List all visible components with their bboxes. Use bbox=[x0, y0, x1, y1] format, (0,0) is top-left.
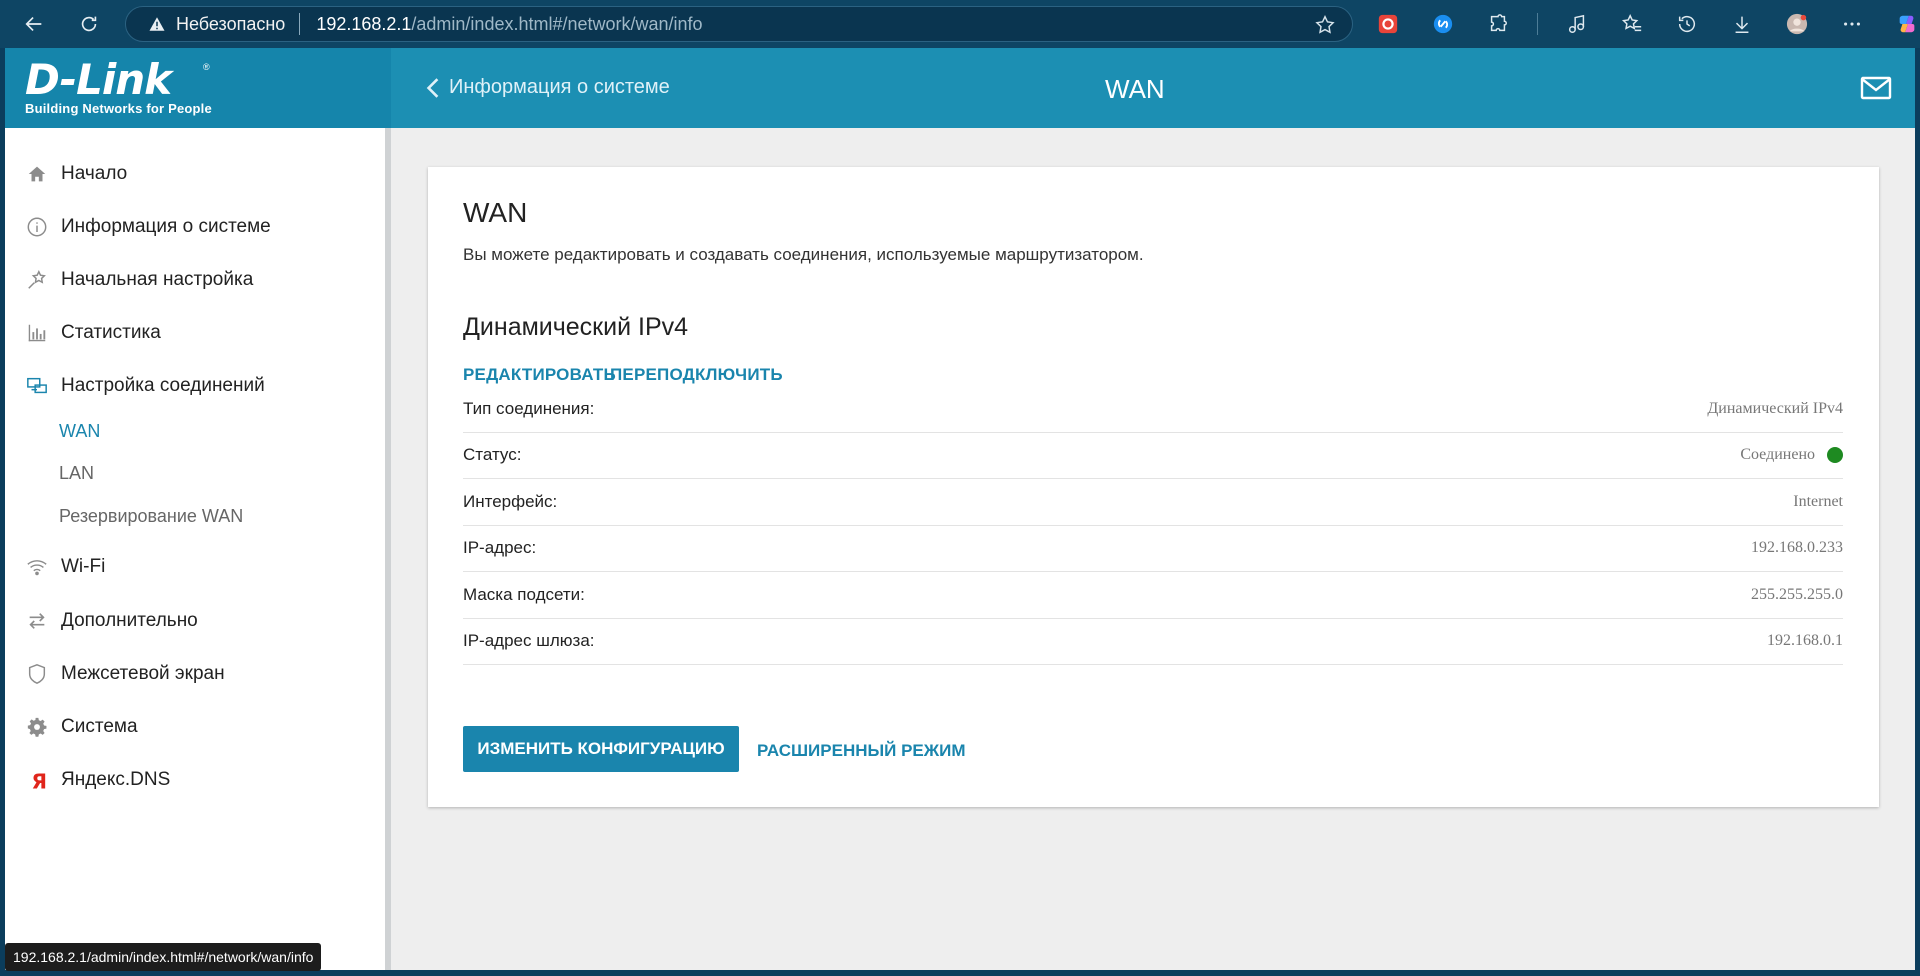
extensions-puzzle-icon[interactable] bbox=[1482, 8, 1514, 40]
favorite-star-icon[interactable] bbox=[1314, 14, 1336, 36]
sidebar-item-label: Межсетевой экран bbox=[61, 663, 225, 684]
status-url-tooltip: 192.168.2.1/admin/index.html#/network/wa… bbox=[5, 943, 322, 971]
info-icon bbox=[25, 215, 49, 239]
info-value: 192.168.0.1 bbox=[1767, 632, 1843, 650]
back-arrow-icon[interactable] bbox=[14, 4, 54, 44]
app-header: D-Link Building Networks for People ® Ин… bbox=[5, 48, 1915, 128]
more-menu-icon[interactable] bbox=[1836, 8, 1868, 40]
info-label: Статус: bbox=[463, 445, 522, 465]
sidebar-subitem-wan-backup[interactable]: Резервирование WAN bbox=[59, 506, 243, 527]
downloads-icon[interactable] bbox=[1726, 8, 1758, 40]
wan-info-card: WAN Вы можете редактировать и создавать … bbox=[428, 167, 1879, 807]
wizard-icon bbox=[25, 268, 49, 292]
url-host: 192.168.2.1 bbox=[316, 13, 412, 34]
sidebar-item-statistics[interactable]: Статистика bbox=[25, 321, 161, 345]
sidebar-item-yandex-dns[interactable]: Я Яндекс.DNS bbox=[25, 768, 171, 792]
sidebar-item-system[interactable]: Система bbox=[25, 715, 138, 739]
connections-icon bbox=[25, 374, 49, 398]
address-bar[interactable]: Небезопасно 192.168.2.1/admin/index.html… bbox=[125, 6, 1353, 42]
sidebar-scrollbar[interactable] bbox=[385, 128, 391, 970]
yandex-icon: Я bbox=[25, 768, 49, 792]
transfer-icon bbox=[25, 609, 49, 633]
status-text: Соединено bbox=[1740, 446, 1815, 464]
info-row-connection-type: Тип соединения: Динамический IPv4 bbox=[463, 386, 1843, 433]
back-link-label: Информация о системе bbox=[449, 76, 670, 98]
profile-avatar-icon[interactable] bbox=[1781, 8, 1813, 40]
wifi-icon bbox=[25, 555, 49, 579]
sidebar-item-firewall[interactable]: Межсетевой экран bbox=[25, 662, 225, 686]
sidebar-item-initial-setup[interactable]: Начальная настройка bbox=[25, 268, 253, 292]
sidebar-item-label: Дополнительно bbox=[61, 610, 198, 631]
sidebar-item-label: Начальная настройка bbox=[61, 269, 254, 290]
media-control-icon[interactable] bbox=[1561, 8, 1593, 40]
info-label: IP-адрес: bbox=[463, 538, 537, 558]
favorites-icon[interactable] bbox=[1616, 8, 1648, 40]
advanced-mode-button[interactable]: РАСШИРЕННЫЙ РЕЖИМ bbox=[757, 741, 966, 761]
logo-mark: D-Link bbox=[25, 55, 172, 104]
insecure-label: Небезопасно bbox=[176, 13, 286, 34]
reconnect-button[interactable]: ПЕРЕПОДКЛЮЧИТЬ bbox=[610, 365, 783, 385]
logo-tagline: Building Networks for People bbox=[25, 101, 212, 116]
info-row-subnet-mask: Маска подсети: 255.255.255.0 bbox=[463, 572, 1843, 619]
card-title: WAN bbox=[463, 197, 528, 228]
registered-mark: ® bbox=[203, 62, 210, 72]
sidebar: Начало Информация о системе Начальная на… bbox=[5, 128, 391, 970]
info-label: IP-адрес шлюза: bbox=[463, 631, 595, 651]
info-row-gateway: IP-адрес шлюза: 192.168.0.1 bbox=[463, 619, 1843, 665]
info-row-status: Статус: Соединено bbox=[463, 433, 1843, 479]
info-row-interface: Интерфейс: Internet bbox=[463, 479, 1843, 526]
sidebar-item-label: Система bbox=[61, 716, 138, 737]
edit-button[interactable]: РЕДАКТИРОВАТЬ bbox=[463, 365, 616, 385]
sidebar-item-label: Информация о системе bbox=[61, 216, 271, 237]
sidebar-item-label: Начало bbox=[61, 163, 128, 184]
sidebar-item-label: Настройка соединений bbox=[61, 375, 265, 396]
sidebar-subitem-wan[interactable]: WAN bbox=[59, 421, 100, 442]
extension-red-icon[interactable] bbox=[1372, 8, 1404, 40]
sidebar-item-connections[interactable]: Настройка соединений bbox=[25, 374, 265, 398]
home-icon bbox=[25, 162, 49, 186]
status-connected-indicator bbox=[1827, 447, 1843, 464]
dlink-logo[interactable]: D-Link Building Networks for People ® bbox=[25, 55, 212, 117]
info-value: Динамический IPv4 bbox=[1707, 399, 1843, 417]
connection-title: Динамический IPv4 bbox=[463, 313, 689, 341]
info-label: Маска подсети: bbox=[463, 584, 585, 604]
history-icon[interactable] bbox=[1671, 8, 1703, 40]
shield-icon bbox=[25, 662, 49, 686]
info-value-status: Соединено bbox=[1740, 446, 1843, 464]
browser-toolbar: Небезопасно 192.168.2.1/admin/index.html… bbox=[0, 0, 1920, 48]
card-description: Вы можете редактировать и создавать соед… bbox=[463, 245, 1144, 264]
sidebar-item-home[interactable]: Начало bbox=[25, 162, 127, 186]
shazam-icon[interactable] bbox=[1427, 8, 1459, 40]
page-title: WAN bbox=[1105, 74, 1165, 104]
router-admin-app: D-Link Building Networks for People ® Ин… bbox=[5, 48, 1915, 970]
logo-area: D-Link Building Networks for People ® bbox=[5, 48, 391, 128]
warning-icon bbox=[149, 17, 165, 31]
address-divider bbox=[299, 13, 301, 35]
connection-info-table: Тип соединения: Динамический IPv4 Статус… bbox=[463, 386, 1843, 665]
info-label: Интерфейс: bbox=[463, 491, 558, 511]
sidebar-item-label: Wi-Fi bbox=[61, 556, 106, 577]
sidebar-subitem-lan[interactable]: LAN bbox=[59, 463, 94, 484]
info-value: 192.168.0.233 bbox=[1751, 539, 1843, 557]
info-value: 255.255.255.0 bbox=[1751, 585, 1843, 603]
change-config-button[interactable]: ИЗМЕНИТЬ КОНФИГУРАЦИЮ bbox=[463, 726, 739, 772]
sidebar-item-label: Яндекс.DNS bbox=[61, 769, 171, 790]
sidebar-item-label: Статистика bbox=[61, 322, 161, 343]
gear-icon bbox=[25, 715, 49, 739]
mail-icon[interactable] bbox=[1860, 76, 1892, 100]
chevron-left-icon bbox=[426, 77, 439, 98]
toolbar-divider bbox=[1537, 13, 1538, 35]
reload-icon[interactable] bbox=[69, 4, 109, 44]
info-label: Тип соединения: bbox=[463, 398, 595, 418]
sidebar-item-wifi[interactable]: Wi-Fi bbox=[25, 555, 105, 579]
copilot-icon[interactable] bbox=[1891, 8, 1920, 40]
stats-icon bbox=[25, 321, 49, 345]
sidebar-item-system-info[interactable]: Информация о системе bbox=[25, 215, 271, 239]
back-link[interactable]: Информация о системе bbox=[425, 76, 670, 99]
info-row-ip-address: IP-адрес: 192.168.0.233 bbox=[463, 526, 1843, 572]
info-value: Internet bbox=[1793, 492, 1843, 510]
url-path: /admin/index.html#/network/wan/info bbox=[411, 13, 703, 34]
sidebar-item-advanced[interactable]: Дополнительно bbox=[25, 609, 198, 633]
svg-text:Я: Я bbox=[32, 769, 48, 791]
